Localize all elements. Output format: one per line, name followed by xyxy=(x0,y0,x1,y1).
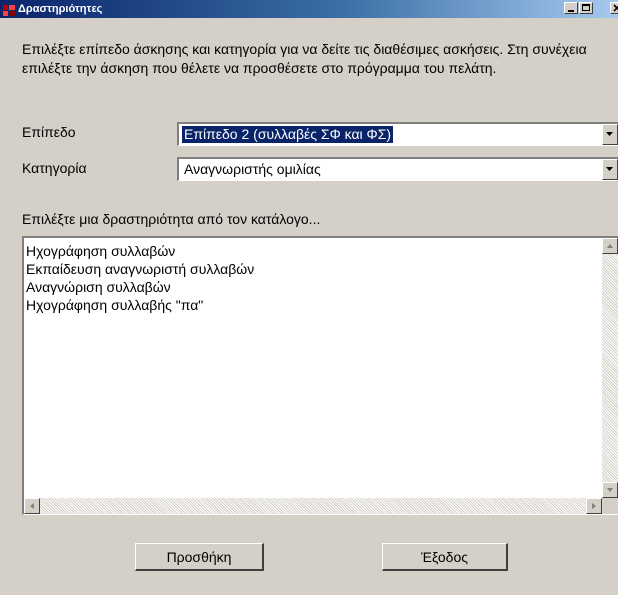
scroll-right-button[interactable] xyxy=(586,498,602,514)
minimize-button[interactable] xyxy=(564,2,578,14)
horizontal-scrollbar[interactable] xyxy=(24,498,602,514)
arrow-up-icon xyxy=(607,244,613,248)
category-combo[interactable]: Αναγνωριστής ομιλίας xyxy=(177,157,618,181)
add-button[interactable]: Προσθήκη xyxy=(135,543,264,571)
list-item[interactable]: Ηχογράφηση συλλαβών xyxy=(26,242,254,260)
arrow-right-icon xyxy=(592,503,596,509)
arrow-left-icon xyxy=(30,503,34,509)
vertical-scrollbar[interactable] xyxy=(602,238,618,498)
activities-list: Ηχογράφηση συλλαβών Εκπαίδευση αναγνωρισ… xyxy=(26,242,254,314)
exit-button[interactable]: Έξοδος xyxy=(382,543,508,571)
arrow-down-icon xyxy=(607,488,613,492)
level-combo[interactable]: Επίπεδο 2 (συλλαβές ΣΦ και ΦΣ) xyxy=(177,122,618,146)
instructions-text: Επιλέξτε επίπεδο άσκησης και κατηγορία γ… xyxy=(22,41,587,76)
app-icon[interactable] xyxy=(3,3,15,16)
maximize-button[interactable] xyxy=(579,2,593,14)
minimize-icon xyxy=(568,10,574,12)
maximize-icon xyxy=(582,4,590,11)
list-item[interactable]: Ηχογράφηση συλλαβής "πα" xyxy=(26,296,254,314)
category-dropdown-button[interactable] xyxy=(602,159,618,180)
level-label: Επίπεδο xyxy=(22,124,76,140)
scroll-down-button[interactable] xyxy=(602,482,618,498)
chevron-down-icon xyxy=(606,167,613,171)
category-value: Αναγνωριστής ομιλίας xyxy=(184,161,321,177)
activities-window: Δραστηριότητες Επιλέξτε επίπεδο άσκησης … xyxy=(0,0,618,595)
chevron-down-icon xyxy=(606,132,613,136)
scroll-left-button[interactable] xyxy=(24,498,40,514)
level-value: Επίπεδο 2 (συλλαβές ΣΦ και ΦΣ) xyxy=(180,125,395,144)
category-label: Κατηγορία xyxy=(22,160,87,176)
close-icon xyxy=(613,4,618,12)
scroll-up-button[interactable] xyxy=(602,238,618,254)
close-button[interactable] xyxy=(610,2,618,14)
list-item[interactable]: Αναγνώριση συλλαβών xyxy=(26,278,254,296)
level-dropdown-button[interactable] xyxy=(602,124,618,145)
window-title: Δραστηριότητες xyxy=(18,3,103,15)
list-item[interactable]: Εκπαίδευση αναγνωριστή συλλαβών xyxy=(26,260,254,278)
activities-listbox[interactable]: Ηχογράφηση συλλαβών Εκπαίδευση αναγνωρισ… xyxy=(22,236,618,515)
activities-prompt: Επιλέξτε μια δραστηριότητα από τον κατάλ… xyxy=(22,211,321,227)
scrollbar-corner xyxy=(602,498,618,514)
title-bar[interactable]: Δραστηριότητες xyxy=(0,0,618,18)
